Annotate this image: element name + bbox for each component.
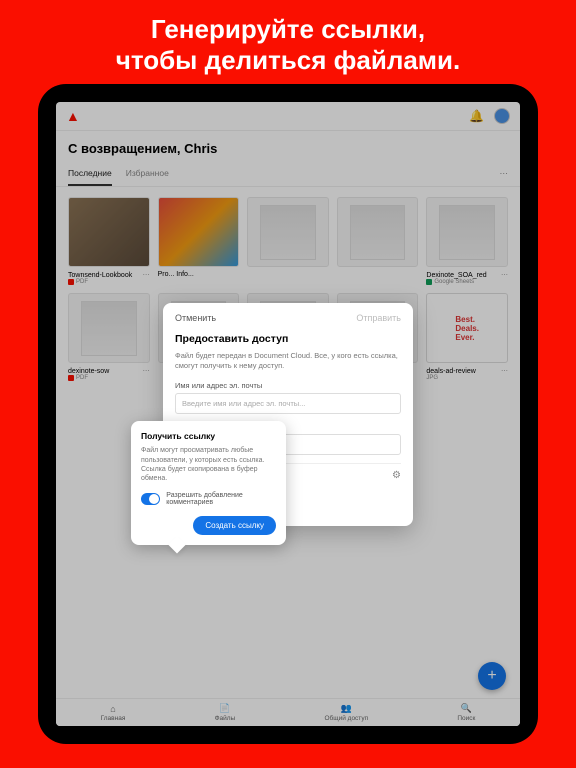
create-link-button[interactable]: Создать ссылку bbox=[193, 516, 276, 535]
promo-headline: Генерируйте ссылки, чтобы делиться файла… bbox=[0, 0, 576, 84]
toggle-row: Разрешить добавление комментариев bbox=[141, 492, 276, 506]
email-label: Имя или адрес эл. почты bbox=[175, 381, 401, 390]
toggle-label: Разрешить добавление комментариев bbox=[166, 492, 276, 506]
tablet-frame: ▲ 🔔 С возвращением, Chris Последние Избр… bbox=[38, 84, 538, 744]
modal-overlay: Отменить Отправить Предоставить доступ Ф… bbox=[56, 102, 520, 726]
promo-line-1: Генерируйте ссылки, bbox=[10, 14, 566, 45]
email-input[interactable]: Введите имя или адрес эл. почты... bbox=[175, 393, 401, 414]
popover-description: Файл могут просматривать любые пользоват… bbox=[141, 446, 276, 484]
send-button[interactable]: Отправить bbox=[356, 313, 401, 323]
promo-line-2: чтобы делиться файлами. bbox=[10, 45, 566, 76]
share-modal: Отменить Отправить Предоставить доступ Ф… bbox=[163, 303, 413, 526]
popover-title: Получить ссылку bbox=[141, 431, 276, 441]
modal-title: Предоставить доступ bbox=[175, 333, 401, 345]
app-screen: ▲ 🔔 С возвращением, Chris Последние Избр… bbox=[56, 102, 520, 726]
modal-description: Файл будет передан в Document Cloud. Все… bbox=[175, 351, 401, 371]
gear-icon[interactable]: ⚙ bbox=[392, 470, 401, 481]
cancel-button[interactable]: Отменить bbox=[175, 313, 216, 323]
allow-comments-toggle[interactable] bbox=[141, 493, 160, 505]
link-popover: Получить ссылку Файл могут просматривать… bbox=[131, 421, 286, 545]
